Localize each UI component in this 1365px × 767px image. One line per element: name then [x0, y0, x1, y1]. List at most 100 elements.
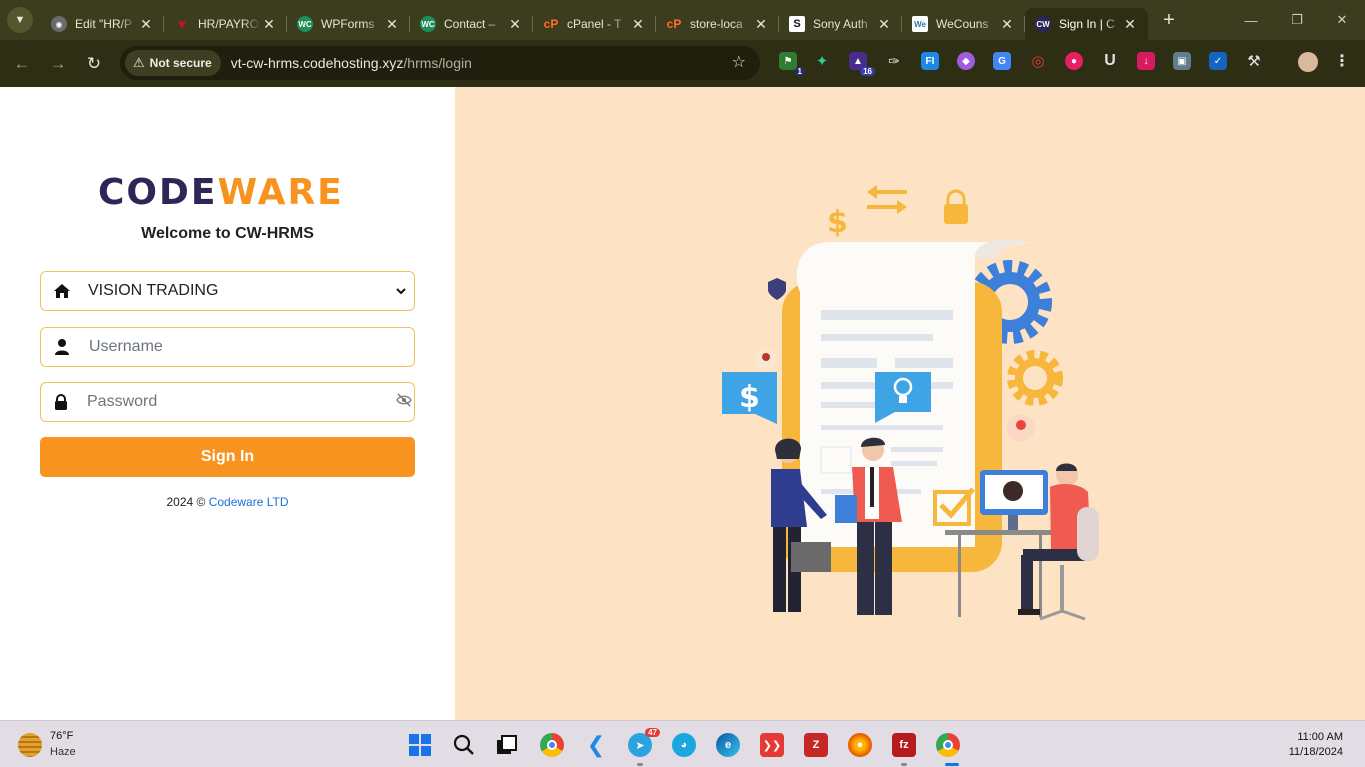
warning-icon: ⚠	[133, 55, 145, 70]
wc-icon: WC	[420, 16, 436, 32]
system-clock[interactable]: 11:00 AM 11/18/2024	[1289, 730, 1343, 760]
firefox-icon[interactable]: ●	[848, 733, 872, 757]
new-tab-button[interactable]: +	[1154, 9, 1184, 32]
extension-target-icon[interactable]: ◎	[1029, 52, 1047, 70]
padlock-icon	[944, 189, 968, 224]
extension-u-icon[interactable]: U	[1101, 52, 1119, 70]
minimize-icon[interactable]: —	[1228, 0, 1274, 40]
browser-tab-active[interactable]: CW Sign In | C ✕	[1025, 8, 1148, 40]
close-tab-icon[interactable]: ✕	[261, 16, 277, 33]
chevron-down-icon: ▼	[14, 14, 26, 26]
task-view-icon[interactable]	[495, 733, 519, 757]
search-icon[interactable]	[452, 733, 476, 757]
hr-illustration: $ $	[722, 185, 1099, 621]
red-v-icon: ▼	[175, 16, 189, 32]
close-tab-icon[interactable]: ✕	[753, 16, 769, 33]
extension-red-icon[interactable]: ●	[1065, 52, 1083, 70]
tab-title: Edit "HR/P	[75, 17, 132, 31]
browser-tab[interactable]: WC Contact – ✕	[410, 8, 533, 40]
browser-tab[interactable]: S Sony Auth ✕	[779, 8, 902, 40]
chrome-profile-icon[interactable]	[936, 733, 960, 757]
edge-icon[interactable]: e	[716, 733, 740, 757]
bookmark-star-icon[interactable]: ☆	[732, 52, 746, 72]
screenshot-icon[interactable]: ▣	[1173, 52, 1191, 70]
close-tab-icon[interactable]: ✕	[630, 16, 646, 33]
extensions-puzzle-icon[interactable]: ⚒	[1245, 52, 1263, 70]
back-icon[interactable]: ←	[4, 54, 40, 74]
extension-fi-icon[interactable]: FI	[921, 52, 939, 70]
illustration-panel: $ $	[455, 87, 1365, 720]
restore-icon[interactable]: ❐	[1274, 0, 1320, 40]
codeware-link[interactable]: Codeware LTD	[209, 495, 289, 509]
checkbox-extension-icon[interactable]: ✓	[1209, 52, 1227, 70]
anydesk-icon[interactable]: ❯❯	[760, 733, 784, 757]
vscode-icon[interactable]: ❮	[584, 732, 608, 757]
company-select[interactable]: VISION TRADING	[40, 271, 415, 311]
profile-avatar[interactable]	[1298, 52, 1318, 72]
s-icon: S	[789, 16, 805, 32]
app-blue-icon[interactable]: ◕	[672, 733, 696, 757]
desk	[945, 530, 1060, 535]
tab-title: cPanel - T	[567, 17, 622, 31]
chrome-icon[interactable]	[540, 733, 564, 757]
we-icon: We	[912, 16, 928, 32]
password-field[interactable]: Password	[40, 382, 415, 422]
browser-tab[interactable]: cP cPanel - T ✕	[533, 8, 656, 40]
security-chip[interactable]: ⚠ Not secure	[125, 50, 221, 76]
forward-icon[interactable]: →	[40, 54, 76, 74]
welcome-heading: Welcome to CW-HRMS	[141, 225, 314, 242]
browser-tab[interactable]: We WeCouns ✕	[902, 8, 1025, 40]
eyedropper-icon[interactable]: ✑	[885, 52, 903, 70]
user-icon	[41, 338, 83, 356]
dollar-speech-bubble: $	[722, 372, 777, 424]
reload-icon[interactable]: ↻	[76, 54, 112, 74]
close-tab-icon[interactable]: ✕	[138, 16, 154, 33]
extension-purple-icon[interactable]: ◆	[957, 52, 975, 70]
close-tab-icon[interactable]: ✕	[999, 16, 1015, 33]
tab-title: Sony Auth	[813, 17, 868, 31]
close-tab-icon[interactable]: ✕	[384, 16, 400, 33]
extension-bird-icon[interactable]: ✦	[813, 52, 831, 70]
dollar-sign-icon: $	[827, 205, 848, 240]
login-panel: CODEWARE Welcome to CW-HRMS VISION TRADI…	[0, 87, 455, 720]
weather-condition[interactable]: Haze	[50, 746, 76, 758]
telegram-icon[interactable]: ➤ 47	[628, 728, 660, 757]
lock-icon	[41, 393, 81, 411]
extension-flag-icon[interactable]: ⚑ 1	[779, 52, 805, 76]
menu-kebab-icon[interactable]: ⋮	[1333, 52, 1351, 70]
download-icon[interactable]: ↓	[1137, 52, 1155, 70]
extension-grad-icon[interactable]: ▲ 16	[849, 52, 875, 76]
filezilla-icon[interactable]: Z	[804, 733, 828, 757]
tab-title: HR/PAYRO	[198, 17, 259, 31]
tab-search-button[interactable]: ▼	[7, 7, 33, 33]
codeware-logo: CODEWARE	[98, 172, 344, 213]
gear-orange-icon	[1007, 350, 1063, 406]
exchange-arrows-icon	[867, 185, 907, 214]
windows-taskbar: 76°F Haze ❮ ➤ 47 ◕ e ❯❯ Z ● fz 11:00 AM 1…	[0, 720, 1365, 767]
cw-icon: CW	[1035, 16, 1051, 32]
browser-tab[interactable]: cP store-loca ✕	[656, 8, 779, 40]
tab-strip: ▼ ◉ Edit "HR/P ✕ ▼ HR/PAYRO ✕ WC WPForms…	[0, 0, 1365, 40]
url-text[interactable]: vt-cw-hrms.codehosting.xyz/hrms/login	[231, 55, 472, 71]
sign-in-button[interactable]: Sign In	[40, 437, 415, 477]
close-tab-icon[interactable]: ✕	[876, 16, 892, 33]
close-tab-icon[interactable]: ✕	[507, 16, 523, 33]
browser-tab[interactable]: WC WPForms ✕	[287, 8, 410, 40]
cpanel-icon: cP	[666, 17, 682, 31]
windows-start-icon[interactable]	[408, 733, 432, 757]
translate-icon[interactable]: G	[993, 52, 1011, 70]
browser-toolbar: ← → ↻ ⚠ Not secure vt-cw-hrms.codehostin…	[0, 40, 1365, 87]
temperature[interactable]: 76°F	[50, 730, 73, 742]
haze-weather-icon[interactable]	[18, 733, 42, 757]
browser-tab[interactable]: ◉ Edit "HR/P ✕	[41, 8, 164, 40]
address-bar[interactable]: ⚠ Not secure vt-cw-hrms.codehosting.xyz/…	[120, 46, 760, 80]
globe-icon: ◉	[51, 16, 67, 32]
username-field[interactable]: Username	[40, 327, 415, 367]
filezilla-server-icon[interactable]: fz	[892, 733, 916, 757]
close-tab-icon[interactable]: ✕	[1122, 16, 1138, 33]
tab-title: WPForms	[321, 17, 375, 31]
tab-title: store-loca	[690, 17, 743, 31]
eye-slash-icon[interactable]	[396, 392, 412, 413]
browser-tab[interactable]: ▼ HR/PAYRO ✕	[164, 8, 287, 40]
close-window-icon[interactable]: ✕	[1319, 0, 1365, 40]
